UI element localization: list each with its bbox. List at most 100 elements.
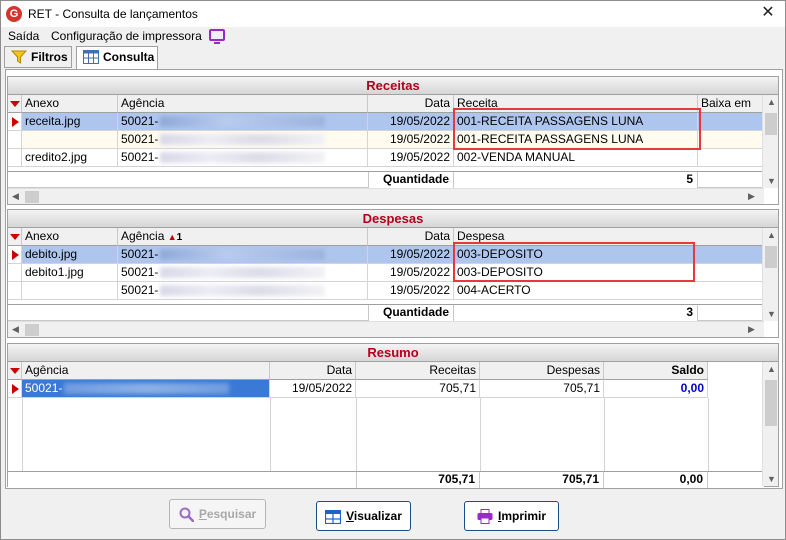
cell-anexo[interactable]: debito1.jpg [22, 264, 118, 282]
menu-configuracao-impressora[interactable]: Configuração de impressora [51, 29, 202, 43]
col-data[interactable]: Data [368, 228, 454, 246]
cell-anexo[interactable]: debito.jpg [22, 246, 118, 264]
scroll-left-icon[interactable]: ◀ [12, 324, 19, 335]
cell-agencia[interactable]: 50021- [118, 149, 368, 167]
col-agencia[interactable]: Agência ▲1 [118, 228, 368, 246]
col-data[interactable]: Data [270, 362, 356, 380]
despesas-horizontal-scrollbar[interactable]: ◀ ▶ [8, 321, 764, 337]
redacted-text [160, 267, 326, 279]
despesas-vertical-scrollbar[interactable]: ▲ ▼ [762, 228, 778, 321]
scroll-thumb[interactable] [765, 246, 777, 268]
row-indicator [8, 282, 22, 300]
scroll-thumb[interactable] [25, 324, 39, 336]
visualizar-button[interactable]: Visualizar [316, 501, 411, 531]
cell-baixa-em[interactable] [698, 149, 764, 167]
cell-data[interactable]: 19/05/2022 [270, 380, 356, 398]
receitas-horizontal-scrollbar[interactable]: ◀ ▶ [8, 188, 764, 204]
scroll-down-icon[interactable]: ▼ [767, 474, 776, 484]
visualizar-label: isualizar [353, 509, 402, 523]
scroll-thumb[interactable] [765, 380, 777, 426]
cell-data[interactable]: 19/05/2022 [368, 149, 454, 167]
sort-up-icon: ▲ [167, 232, 177, 242]
cell-baixa-em[interactable] [698, 113, 764, 131]
grid-line [480, 398, 481, 472]
col-data[interactable]: Data [368, 95, 454, 113]
tab-filtros[interactable]: Filtros [4, 46, 72, 68]
col-receitas[interactable]: Receitas [356, 362, 480, 380]
cell-receita[interactable]: 002-VENDA MANUAL [454, 149, 698, 167]
col-despesas[interactable]: Despesas [480, 362, 604, 380]
receitas-title: Receitas [8, 77, 778, 95]
app-logo-icon: G [6, 6, 22, 22]
scroll-up-icon[interactable]: ▲ [767, 97, 776, 107]
table-row[interactable]: 50021- 19/05/2022 004-ACERTO [8, 282, 764, 300]
scroll-right-icon[interactable]: ▶ [748, 324, 755, 335]
monitor-icon[interactable] [209, 29, 225, 44]
grid-line [22, 398, 23, 472]
resumo-footer: 705,71 705,71 0,00 [8, 471, 764, 488]
cell-agencia-code: 50021- [121, 247, 159, 261]
tab-filtros-label: Filtros [31, 50, 68, 64]
pesquisar-button[interactable]: Pesquisar [169, 499, 266, 529]
table-row[interactable]: credito2.jpg 50021- 19/05/2022 002-VENDA… [8, 149, 764, 167]
scroll-down-icon[interactable]: ▼ [767, 176, 776, 186]
col-anexo[interactable]: Anexo [22, 95, 118, 113]
cell-saldo[interactable]: 0,00 [604, 380, 708, 398]
highlight-box-despesas [453, 242, 695, 282]
cell-anexo[interactable] [22, 131, 118, 149]
col-agencia[interactable]: Agência [118, 95, 368, 113]
cell-agencia[interactable]: 50021- [22, 380, 270, 398]
sort-arrow-icon [10, 368, 20, 374]
sort-indicator: ▲1 [168, 232, 182, 243]
grid-line [604, 398, 605, 472]
scroll-left-icon[interactable]: ◀ [12, 191, 19, 202]
close-button[interactable]: ✕ [759, 4, 777, 22]
scroll-up-icon[interactable]: ▲ [767, 230, 776, 240]
resumo-total-receitas: 705,71 [356, 472, 480, 488]
scroll-thumb[interactable] [25, 191, 39, 203]
despesas-quantidade-label: Quantidade [368, 305, 454, 321]
cell-data[interactable]: 19/05/2022 [368, 246, 454, 264]
col-anexo[interactable]: Anexo [22, 228, 118, 246]
col-saldo[interactable]: Saldo [604, 362, 708, 380]
cell-agencia[interactable]: 50021- [118, 131, 368, 149]
scroll-down-icon[interactable]: ▼ [767, 309, 776, 319]
col-baixa-em[interactable]: Baixa em [698, 95, 764, 113]
redacted-text [64, 383, 230, 395]
scroll-right-icon[interactable]: ▶ [748, 191, 755, 202]
column-indicator [8, 362, 22, 380]
cell-despesas[interactable]: 705,71 [480, 380, 604, 398]
cell-anexo[interactable] [22, 282, 118, 300]
col-agencia[interactable]: Agência [22, 362, 270, 380]
cell-agencia[interactable]: 50021- [118, 113, 368, 131]
cell-despesa[interactable]: 004-ACERTO [454, 282, 764, 300]
scroll-thumb[interactable] [765, 113, 777, 135]
sort-order: 1 [176, 232, 183, 243]
receitas-vertical-scrollbar[interactable]: ▲ ▼ [762, 95, 778, 188]
menu-saida[interactable]: Saída [8, 29, 39, 43]
cell-agencia[interactable]: 50021- [118, 282, 368, 300]
row-indicator [8, 246, 22, 264]
cell-agencia[interactable]: 50021- [118, 246, 368, 264]
cell-data[interactable]: 19/05/2022 [368, 131, 454, 149]
imprimir-button[interactable]: Imprimir [464, 501, 559, 531]
resumo-total-despesas: 705,71 [480, 472, 604, 488]
cell-agencia[interactable]: 50021- [118, 264, 368, 282]
row-indicator [8, 131, 22, 149]
cell-receitas[interactable]: 705,71 [356, 380, 480, 398]
grid-line [356, 398, 357, 472]
cell-data[interactable]: 19/05/2022 [368, 282, 454, 300]
cell-data[interactable]: 19/05/2022 [368, 113, 454, 131]
cell-anexo[interactable]: credito2.jpg [22, 149, 118, 167]
row-indicator [8, 149, 22, 167]
tab-consulta[interactable]: Consulta [76, 46, 158, 70]
cell-data[interactable]: 19/05/2022 [368, 264, 454, 282]
resumo-vertical-scrollbar[interactable]: ▲ ▼ [762, 362, 778, 486]
table-row[interactable]: 50021- 19/05/2022 705,71 705,71 0,00 [8, 380, 764, 398]
scroll-up-icon[interactable]: ▲ [767, 364, 776, 374]
cell-agencia-code: 50021- [121, 265, 159, 279]
cell-anexo[interactable]: receita.jpg [22, 113, 118, 131]
imprimir-label: mprimir [501, 509, 547, 523]
redacted-text [160, 249, 326, 261]
cell-baixa-em[interactable] [698, 131, 764, 149]
